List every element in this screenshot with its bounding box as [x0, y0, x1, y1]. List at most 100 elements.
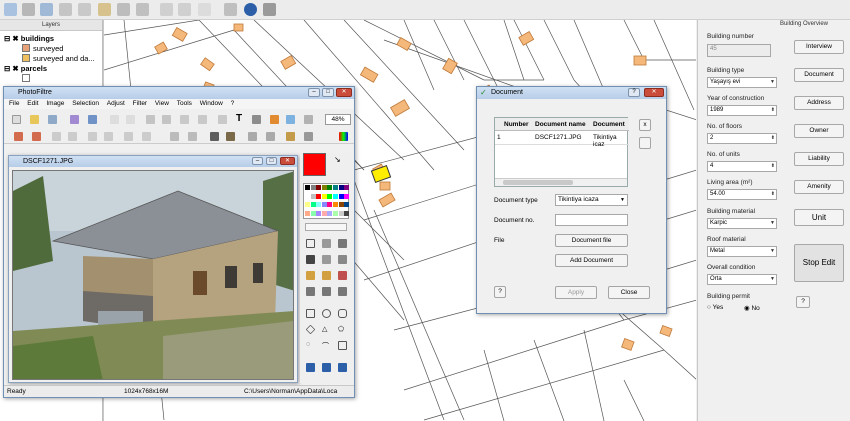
documents-table[interactable]: Number Document name Document 1 DSCF1271… [494, 117, 629, 187]
hand-tool-icon[interactable] [338, 287, 347, 296]
menu-file[interactable]: File [9, 100, 19, 107]
palette-color[interactable] [338, 185, 344, 190]
layer-buildings[interactable]: ⊟ ✖ buildings [4, 34, 54, 43]
node-tool-icon[interactable] [136, 3, 149, 16]
zoom-field[interactable]: 48% [325, 114, 351, 125]
brush-icon[interactable] [306, 271, 315, 280]
swap-colors-icon[interactable]: ↘ [334, 155, 341, 164]
settings-icon[interactable] [304, 115, 313, 124]
year-spinbox[interactable]: 1989 ⬍ [707, 105, 777, 116]
palette-color[interactable] [321, 202, 327, 207]
saturation-down-icon[interactable] [142, 132, 151, 141]
help-button[interactable]: ? [796, 296, 810, 308]
maximize-button[interactable]: □ [266, 157, 277, 165]
save-icon[interactable] [48, 115, 57, 124]
stamp-icon[interactable] [338, 271, 347, 280]
sepia-icon[interactable] [226, 132, 235, 141]
stop-edit-button[interactable]: Stop Edit [794, 244, 844, 282]
menu-adjust[interactable]: Adjust [107, 100, 125, 107]
palette-color[interactable] [321, 210, 327, 216]
eyedropper-icon[interactable] [322, 239, 331, 248]
polygon-shape-icon[interactable]: ⬠ [338, 325, 347, 334]
remove-document-button[interactable]: x [639, 119, 651, 131]
palette-color[interactable] [305, 202, 310, 207]
palette-color[interactable] [310, 202, 316, 207]
liability-button[interactable]: Liability [794, 152, 844, 166]
palette-color[interactable] [305, 185, 310, 190]
palette-color[interactable] [305, 193, 310, 199]
redo-icon[interactable] [178, 3, 191, 16]
mode-icon-2[interactable] [322, 363, 331, 372]
magic-wand-icon[interactable] [338, 239, 347, 248]
apply-button[interactable]: Apply [555, 286, 597, 299]
effect-icon[interactable] [286, 132, 295, 141]
house-photo[interactable] [12, 170, 294, 380]
pointer-tool-icon[interactable] [306, 239, 315, 248]
gamma-down-icon[interactable] [188, 132, 197, 141]
palette-color[interactable] [316, 210, 322, 216]
palette-color[interactable] [344, 210, 350, 216]
contrast-up-icon[interactable] [88, 132, 97, 141]
palette-color[interactable] [333, 185, 338, 190]
table-row[interactable]: 1 DSCF1271.JPG Tikintiya icaz [495, 132, 629, 148]
advanced-brush-icon[interactable] [322, 271, 331, 280]
fill-icon[interactable] [270, 115, 279, 124]
diamond-shape-icon[interactable] [305, 324, 316, 335]
palette-color[interactable] [333, 210, 338, 216]
menu-selection[interactable]: Selection [72, 100, 99, 107]
close-button[interactable]: ✕ [644, 88, 664, 97]
lasso-icon[interactable]: ◌ [306, 341, 315, 350]
roof-material-select[interactable]: Metal ▼ [707, 246, 777, 257]
layer-parcels[interactable]: ⊟ ✖ parcels [4, 64, 47, 73]
triangle-shape-icon[interactable]: △ [322, 325, 331, 334]
layer-properties-icon[interactable] [263, 3, 276, 16]
mode-icon-1[interactable] [306, 363, 315, 372]
palette-color[interactable] [321, 193, 327, 199]
building-type-select[interactable]: Yaşayış evi ▼ [707, 77, 777, 88]
palette-color[interactable] [316, 193, 322, 199]
living-area-spinbox[interactable]: 54.00 ⬍ [707, 189, 777, 200]
building-material-select[interactable]: Karpic ▼ [707, 218, 777, 229]
palette-color[interactable] [305, 210, 310, 216]
close-button[interactable]: ✕ [280, 157, 295, 165]
identify-icon[interactable] [40, 3, 53, 16]
zoom-icon[interactable] [78, 3, 91, 16]
new-file-icon[interactable] [12, 115, 21, 124]
document-type-select[interactable]: Tikintiya icaza ▼ [555, 194, 628, 206]
grayscale-icon[interactable] [210, 132, 219, 141]
mode-icon-3[interactable] [338, 363, 347, 372]
copy-icon[interactable] [146, 115, 155, 124]
color-picker-icon[interactable] [339, 132, 348, 141]
text-tool-icon[interactable]: T [236, 113, 245, 124]
brightness-down-icon[interactable] [68, 132, 77, 141]
gamma-up-icon[interactable] [170, 132, 179, 141]
maximize-button[interactable]: □ [322, 88, 334, 97]
palette-color[interactable] [338, 202, 344, 207]
contrast-down-icon[interactable] [104, 132, 113, 141]
undo-icon[interactable] [110, 115, 119, 124]
table-horizontal-scrollbar[interactable] [495, 178, 627, 186]
menu-edit[interactable]: Edit [27, 100, 38, 107]
foreground-color-swatch[interactable] [303, 153, 326, 176]
spray-icon[interactable] [338, 255, 347, 264]
palette-color[interactable] [321, 185, 327, 190]
auto-level-icon[interactable] [14, 132, 23, 141]
permit-no-radio[interactable]: ◉ No [744, 304, 760, 312]
resize-icon[interactable] [198, 115, 207, 124]
ellipse-shape-icon[interactable] [322, 309, 331, 318]
paste-icon[interactable] [162, 115, 171, 124]
palette-color[interactable] [327, 210, 333, 216]
document-preview-button[interactable] [639, 137, 651, 149]
menu-window[interactable]: Window [200, 100, 223, 107]
gradient-icon[interactable] [252, 115, 261, 124]
palette-icon[interactable] [286, 115, 295, 124]
blur-tool-icon[interactable] [306, 287, 315, 296]
palette-color[interactable] [338, 210, 344, 216]
palette-color[interactable] [344, 202, 350, 207]
owner-button[interactable]: Owner [794, 124, 844, 138]
floors-spinbox[interactable]: 2 ⬍ [707, 133, 777, 144]
help-title-button[interactable]: ? [628, 88, 640, 97]
close-button[interactable]: ✕ [336, 88, 352, 97]
scrollbar-thumb[interactable] [503, 180, 573, 185]
brightness-up-icon[interactable] [52, 132, 61, 141]
